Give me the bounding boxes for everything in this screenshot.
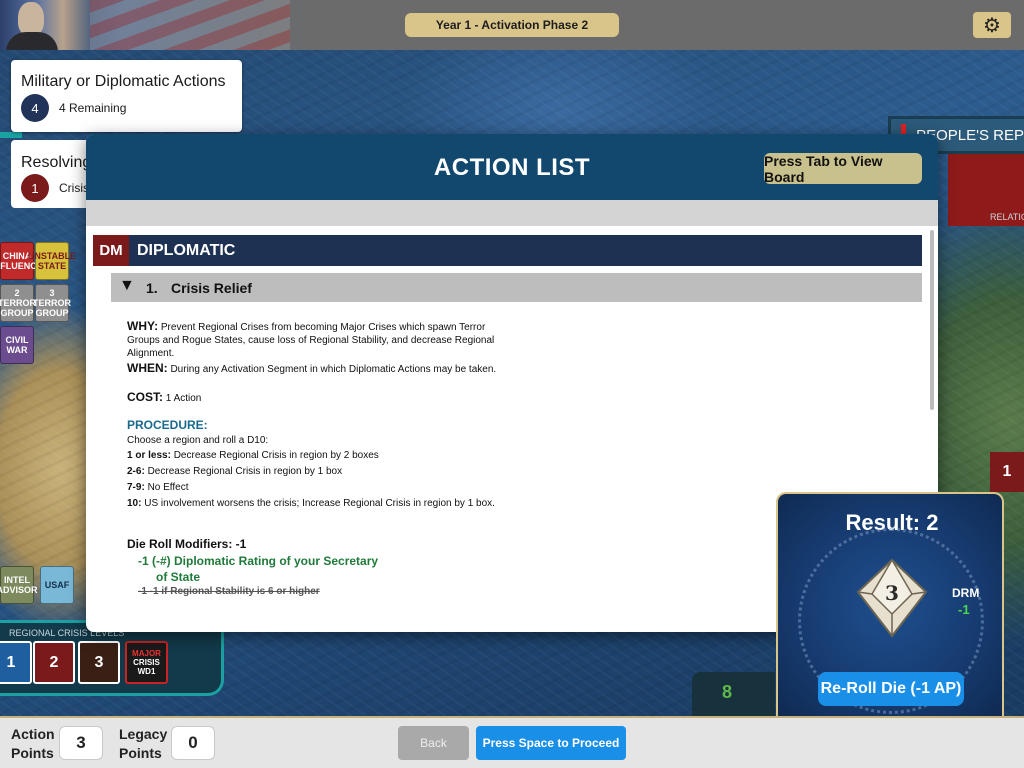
- phase-indicator: Year 1 - Activation Phase 2: [405, 13, 619, 37]
- action-points-label-2: Points: [11, 745, 54, 761]
- relation-label: RELATION: [990, 212, 1024, 222]
- settings-button[interactable]: ⚙: [973, 12, 1011, 38]
- drm-secretary-rating: -1 (-#) Diplomatic Rating of your Secret…: [138, 553, 418, 585]
- procedure-intro: Choose a region and roll a D10:: [127, 435, 269, 446]
- action-item-header[interactable]: ▼ 1. Crisis Relief: [111, 273, 922, 302]
- reroll-button[interactable]: Re-Roll Die (-1 AP): [818, 672, 964, 706]
- procedure-text: No Effect: [147, 482, 189, 493]
- when-body: During any Activation Segment in which D…: [170, 364, 497, 375]
- procedure-text: Decrease Regional Crisis in region by 2 …: [173, 450, 379, 461]
- actions-title: Military or Diplomatic Actions: [21, 73, 226, 90]
- drm-line-1: -1 (-#) Diplomatic Rating of your Secret…: [138, 554, 379, 568]
- terror-group-counter[interactable]: 3 TERROR GROUP: [33, 284, 71, 322]
- intel-advisor-counter[interactable]: INTEL ADVISOR: [0, 566, 38, 604]
- president-portrait: [0, 0, 90, 50]
- procedure-text: US involvement worsens the crisis; Incre…: [144, 498, 495, 509]
- intel-advisor-label: INTEL ADVISOR: [0, 575, 38, 595]
- modal-scrollbar[interactable]: [930, 230, 934, 410]
- d10-die-icon: 3: [856, 558, 928, 638]
- modal-spacer: [86, 200, 938, 226]
- category-header[interactable]: DM DIPLOMATIC: [93, 235, 922, 266]
- major-crisis-box[interactable]: MAJOR CRISIS WD1: [125, 641, 168, 684]
- legacy-points-label-1: Legacy: [119, 726, 168, 742]
- drm-stability-strike: -1 -1 if Regional Stability is 6 or high…: [138, 586, 320, 597]
- unstable-state-label: UNSTABLE STATE: [27, 251, 77, 271]
- action-points-value: 3: [59, 726, 103, 760]
- procedure-label: PROCEDURE:: [127, 418, 208, 432]
- crisis-level-2[interactable]: 2: [33, 641, 75, 684]
- action-item-number: 1.: [146, 280, 158, 296]
- gear-icon: ⚙: [983, 14, 1001, 37]
- procedure-key: 2-6:: [127, 466, 145, 477]
- procedure-row: 1 or less: Decrease Regional Crisis in r…: [127, 449, 507, 462]
- right-crisis-chip[interactable]: 1: [990, 452, 1024, 492]
- view-board-button[interactable]: Press Tab to View Board: [764, 153, 922, 185]
- proceed-button[interactable]: Press Space to Proceed: [476, 726, 626, 760]
- die-result-panel: Result: 2 3 DRM -1 Re-Roll Die (-1 AP): [776, 492, 1004, 716]
- unstable-state-counter[interactable]: UNSTABLE STATE: [28, 242, 76, 280]
- civil-war-label: CIVIL WAR: [5, 335, 29, 355]
- portrait-head: [18, 2, 44, 36]
- procedure-row: 2-6: Decrease Regional Crisis in region …: [127, 465, 507, 478]
- cost-text: COST: 1 Action: [127, 391, 507, 405]
- procedure-key: 1 or less:: [127, 450, 171, 461]
- category-name: DIPLOMATIC: [137, 242, 236, 259]
- actions-count-badge: 4: [21, 94, 49, 122]
- legacy-points-label-2: Points: [119, 745, 162, 761]
- drm-value: -1: [958, 602, 970, 617]
- why-text: WHY: Prevent Regional Crises from becomi…: [127, 320, 507, 360]
- drm-heading: Die Roll Modifiers: -1: [127, 537, 247, 551]
- civil-war-counter[interactable]: CIVIL WAR: [0, 326, 34, 364]
- modal-header: ACTION LIST Press Tab to View Board: [86, 134, 938, 200]
- resolving-sub: Crisis: [59, 181, 89, 195]
- drm-label: DRM: [952, 586, 980, 600]
- legacy-points-value: 0: [171, 726, 215, 760]
- green-value-box: 8: [692, 672, 775, 716]
- die-face: 3: [885, 581, 899, 605]
- crisis-label: CRISIS: [133, 658, 160, 667]
- procedure-text: Decrease Regional Crisis in region by 1 …: [147, 466, 343, 477]
- category-code: DM: [93, 235, 129, 266]
- flag-decoration: [90, 0, 290, 50]
- procedure-row: 7-9: No Effect: [127, 481, 507, 494]
- cost-body: 1 Action: [165, 393, 202, 404]
- cost-label: COST:: [127, 390, 163, 404]
- action-item-name: Crisis Relief: [171, 280, 252, 296]
- green-value: 8: [722, 682, 733, 702]
- major-label: MAJOR: [132, 649, 161, 658]
- usaf-counter[interactable]: USAF: [40, 566, 74, 604]
- usaf-label: USAF: [44, 580, 70, 590]
- back-button[interactable]: Back: [398, 726, 469, 760]
- legacy-points-label: Legacy Points: [119, 725, 167, 763]
- why-label: WHY:: [127, 319, 159, 333]
- action-points-label: Action Points: [11, 725, 55, 763]
- portrait-suit: [6, 32, 58, 50]
- when-text: WHEN: During any Activation Segment in w…: [127, 362, 507, 376]
- why-body: Prevent Regional Crises from becoming Ma…: [127, 322, 495, 359]
- when-label: WHEN:: [127, 361, 168, 375]
- major-code: WD1: [137, 667, 156, 676]
- actions-remaining: 4 Remaining: [59, 101, 127, 115]
- resolving-count-badge: 1: [21, 174, 49, 202]
- drm-line-2: of State: [156, 570, 201, 584]
- crisis-level-1[interactable]: 1: [0, 641, 32, 684]
- action-points-label-1: Action: [11, 726, 55, 742]
- procedure-key: 10:: [127, 498, 142, 509]
- procedure-key: 7-9:: [127, 482, 145, 493]
- terror-group-counter[interactable]: 2 TERROR GROUP: [0, 284, 36, 322]
- terror-group-label: 2 TERROR GROUP: [0, 288, 36, 318]
- panel-accent: [0, 132, 22, 138]
- chevron-down-icon: ▼: [119, 277, 135, 294]
- actions-card: Military or Diplomatic Actions 4 4 Remai…: [11, 60, 242, 132]
- procedure-row: 10: US involvement worsens the crisis; I…: [127, 497, 507, 510]
- resolving-title: Resolving: [21, 154, 92, 171]
- crisis-level-3[interactable]: 3: [78, 641, 120, 684]
- terror-group-label: 3 TERROR GROUP: [33, 288, 71, 318]
